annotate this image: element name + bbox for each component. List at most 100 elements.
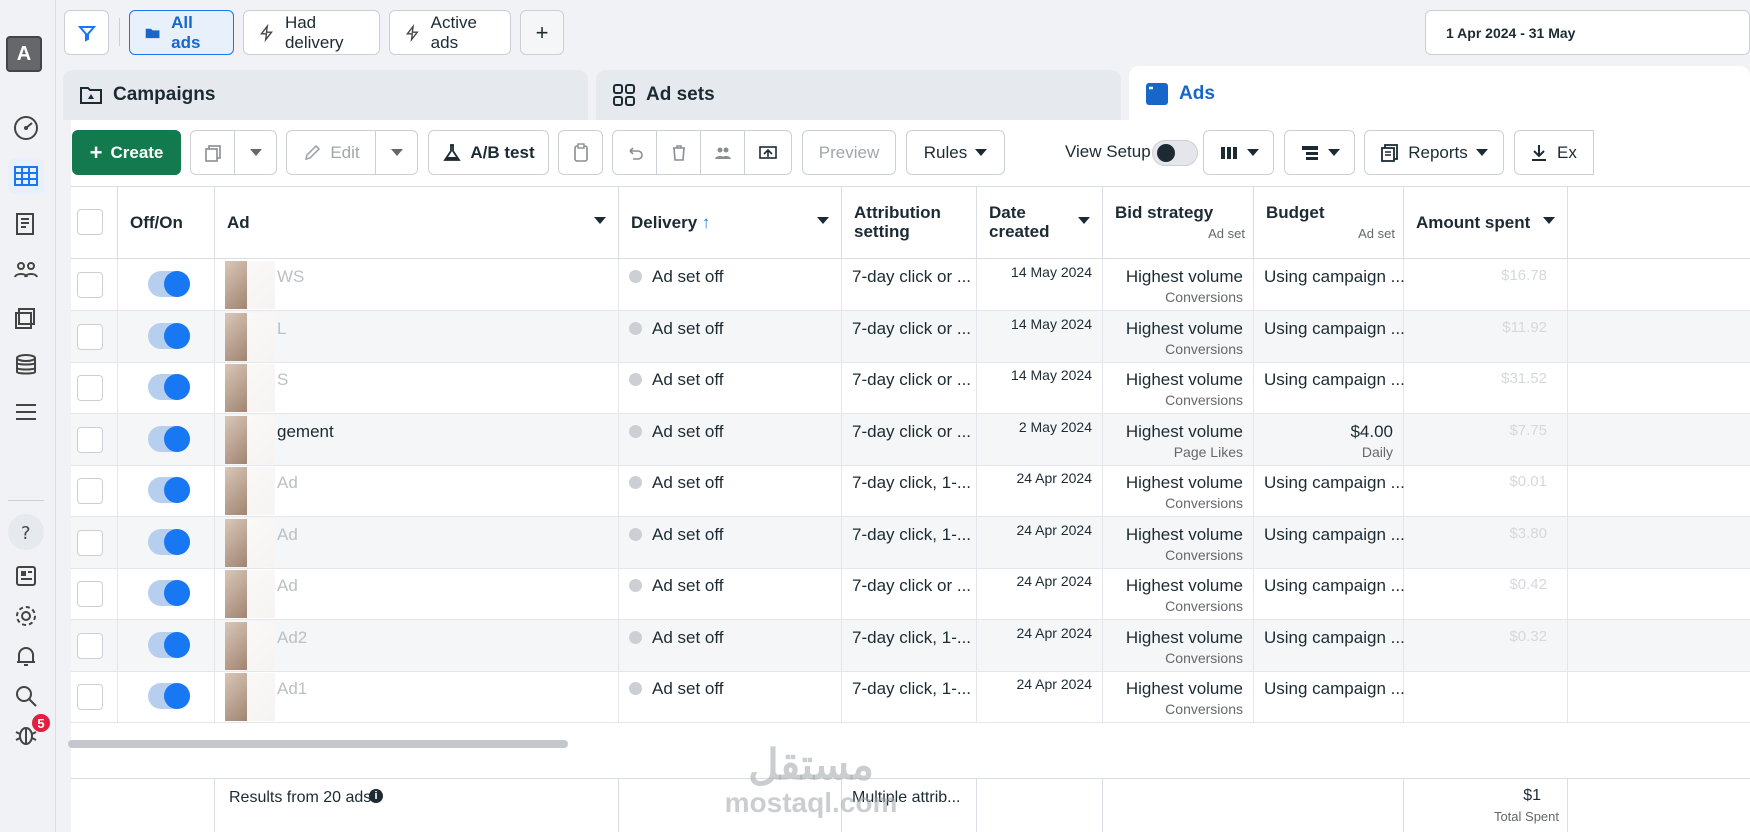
- date-created-value: 24 Apr 2024: [1016, 624, 1092, 641]
- ad-name-link[interactable]: gement: [277, 422, 334, 442]
- nav-all-tools[interactable]: [8, 394, 44, 430]
- rules-button[interactable]: Rules: [906, 130, 1005, 175]
- col-off-on[interactable]: Off/On: [118, 187, 215, 259]
- ad-name-link[interactable]: Ad1: [277, 679, 307, 699]
- ad-thumbnail[interactable]: [225, 415, 275, 464]
- table-row[interactable]: gement Ad set off 7-day click or ... 2 May …: [71, 413, 1750, 466]
- nav-notifications[interactable]: [8, 638, 44, 674]
- table-row[interactable]: L Ad set off 7-day click or ... 14 May 2024…: [71, 310, 1750, 363]
- saved-filter-active-ads[interactable]: Active ads: [389, 10, 511, 55]
- ad-name-link[interactable]: L: [277, 319, 286, 339]
- account-avatar[interactable]: A: [6, 36, 42, 72]
- delete-button[interactable]: [656, 130, 701, 175]
- ad-status-toggle[interactable]: [148, 580, 190, 606]
- nav-media[interactable]: [8, 300, 44, 336]
- filter-button[interactable]: [64, 10, 109, 55]
- clipboard-button[interactable]: [558, 130, 603, 175]
- ad-name-link[interactable]: S: [277, 370, 288, 390]
- row-checkbox[interactable]: [77, 632, 103, 659]
- ad-status-toggle[interactable]: [148, 683, 190, 709]
- horizontal-scrollbar[interactable]: [68, 740, 568, 748]
- preview-button[interactable]: Preview: [802, 130, 896, 175]
- col-attribution[interactable]: Attribution setting: [842, 187, 977, 259]
- tab-ad-sets[interactable]: Ad sets: [596, 70, 1121, 120]
- saved-filter-had-delivery[interactable]: Had delivery: [243, 10, 380, 55]
- row-checkbox[interactable]: [77, 272, 103, 298]
- create-button[interactable]: + Create: [72, 130, 181, 175]
- col-budget[interactable]: Budget Ad set: [1254, 187, 1404, 259]
- add-filter-button[interactable]: +: [520, 10, 564, 55]
- nav-billing[interactable]: [8, 347, 44, 383]
- col-delivery[interactable]: Delivery ↑: [619, 187, 842, 259]
- saved-filter-all-ads[interactable]: All ads: [129, 10, 234, 55]
- export-button[interactable]: Ex: [1514, 130, 1594, 175]
- ad-status-toggle[interactable]: [148, 528, 190, 555]
- nav-report-bug[interactable]: [8, 716, 44, 752]
- row-checkbox[interactable]: [77, 375, 103, 401]
- audience-button[interactable]: [700, 130, 745, 175]
- ad-thumbnail[interactable]: [225, 364, 275, 412]
- nav-search[interactable]: [8, 678, 44, 714]
- nav-audiences[interactable]: [8, 252, 44, 288]
- nav-settings[interactable]: [8, 598, 44, 634]
- ab-test-button[interactable]: A/B test: [428, 130, 549, 175]
- ad-thumbnail[interactable]: [225, 570, 275, 618]
- ad-thumbnail[interactable]: [225, 467, 275, 515]
- ad-status-toggle[interactable]: [148, 374, 190, 400]
- nav-news[interactable]: [8, 558, 44, 594]
- row-checkbox[interactable]: [77, 478, 103, 504]
- edit-dropdown[interactable]: [375, 130, 418, 175]
- nav-overview[interactable]: [8, 110, 44, 146]
- ad-name-link[interactable]: WS: [277, 267, 304, 287]
- row-checkbox[interactable]: [77, 529, 103, 556]
- select-all-checkbox[interactable]: [77, 209, 103, 235]
- ad-thumbnail[interactable]: [225, 518, 275, 567]
- table-row[interactable]: WS Ad set off 7-day click or ... 14 May 202…: [71, 259, 1750, 311]
- share-button[interactable]: [744, 130, 792, 175]
- table-row[interactable]: Ad Ad set off 7-day click, 1-... 24 Apr 202…: [71, 516, 1750, 569]
- ad-name-link[interactable]: Ad: [277, 576, 298, 596]
- duplicate-button[interactable]: [190, 130, 235, 175]
- table-row[interactable]: Ad2 Ad set off 7-day click, 1-... 24 Apr 20…: [71, 619, 1750, 672]
- nav-help[interactable]: ?: [8, 514, 44, 550]
- col-date-created[interactable]: Date created: [977, 187, 1103, 259]
- ad-thumbnail[interactable]: [225, 312, 275, 361]
- col-amount-spent[interactable]: Amount spent: [1404, 187, 1568, 259]
- ad-status-toggle[interactable]: [148, 631, 190, 658]
- table-row[interactable]: Ad Ad set off 7-day click, 1-... 24 Apr 202…: [71, 465, 1750, 517]
- ad-status-toggle[interactable]: [148, 271, 190, 297]
- nav-ads-manager[interactable]: [8, 158, 44, 194]
- ad-name-link[interactable]: Ad: [277, 525, 298, 545]
- row-checkbox[interactable]: [77, 426, 103, 453]
- ad-status-toggle[interactable]: [148, 425, 190, 452]
- row-checkbox[interactable]: [77, 684, 103, 710]
- reports-button[interactable]: Reports: [1364, 130, 1504, 175]
- edit-button[interactable]: Edit: [286, 130, 376, 175]
- breakdown-button[interactable]: [1284, 130, 1355, 175]
- tab-ads[interactable]: Ads: [1129, 66, 1750, 122]
- ad-thumbnail[interactable]: [225, 673, 275, 721]
- table-row[interactable]: S Ad set off 7-day click or ... 14 May 2024…: [71, 362, 1750, 414]
- table-row[interactable]: Ad Ad set off 7-day click or ... 24 Apr 202…: [71, 568, 1750, 620]
- ad-thumbnail[interactable]: [225, 621, 275, 670]
- nav-catalog[interactable]: [8, 206, 44, 242]
- table-row[interactable]: Ad1 Ad set off 7-day click, 1-... 24 Apr 20…: [71, 671, 1750, 723]
- date-range-picker[interactable]: 1 Apr 2024 - 31 May: [1425, 10, 1750, 55]
- info-icon[interactable]: i: [369, 789, 383, 803]
- view-setup-toggle[interactable]: [1152, 140, 1198, 166]
- col-bid-strategy[interactable]: Bid strategy Ad set: [1103, 187, 1254, 259]
- ad-name-link[interactable]: Ad2: [277, 628, 307, 648]
- duplicate-dropdown[interactable]: [234, 130, 277, 175]
- ad-thumbnail[interactable]: [225, 261, 275, 309]
- ad-name-link[interactable]: Ad: [277, 473, 298, 493]
- row-checkbox[interactable]: [77, 323, 103, 350]
- ad-status-toggle[interactable]: [148, 322, 190, 349]
- date-created-value: 14 May 2024: [1011, 315, 1092, 332]
- tab-campaigns[interactable]: Campaigns: [63, 70, 588, 120]
- row-checkbox[interactable]: [77, 581, 103, 607]
- undo-button[interactable]: [612, 130, 657, 175]
- on-off-cell: [118, 671, 215, 723]
- col-ad[interactable]: Ad: [215, 187, 619, 259]
- columns-button[interactable]: [1203, 130, 1274, 175]
- ad-status-toggle[interactable]: [148, 477, 190, 503]
